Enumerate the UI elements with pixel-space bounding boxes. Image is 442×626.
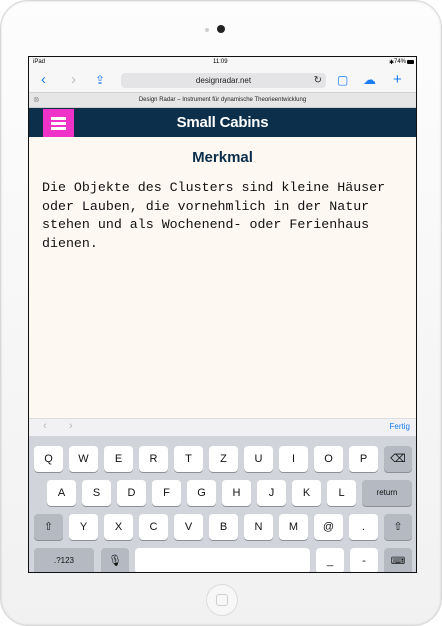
page-title: Small Cabins bbox=[176, 114, 269, 131]
device-label: iPad bbox=[33, 59, 46, 65]
backspace-icon: ⌫ bbox=[390, 453, 406, 465]
key-o[interactable]: O bbox=[314, 446, 343, 472]
keyboard-icon: ⌨ bbox=[390, 556, 406, 567]
keyboard-accessory-bar: ‹ › Fertig bbox=[29, 418, 416, 436]
forward-icon[interactable]: › bbox=[71, 71, 76, 89]
reload-icon[interactable]: ↻ bbox=[314, 73, 322, 88]
dictation-key[interactable]: 🎙 bbox=[101, 548, 129, 572]
key-q[interactable]: Q bbox=[34, 446, 63, 472]
clock: 11:09 bbox=[213, 59, 228, 65]
tab-title: Design Radar – Instrument für dynamische… bbox=[138, 97, 307, 103]
key-x[interactable]: X bbox=[104, 514, 133, 540]
url-text: designradar.net bbox=[195, 76, 252, 85]
previous-field-icon[interactable]: ‹ bbox=[43, 420, 47, 432]
key-s[interactable]: S bbox=[82, 480, 111, 506]
key-j[interactable]: J bbox=[257, 480, 286, 506]
key-e[interactable]: E bbox=[104, 446, 133, 472]
back-icon[interactable]: ‹ bbox=[41, 71, 46, 89]
key-c[interactable]: C bbox=[139, 514, 168, 540]
shift-icon: ⇧ bbox=[43, 521, 54, 533]
key-b[interactable]: B bbox=[209, 514, 238, 540]
browser-toolbar: ‹ › ⇪ designradar.net ↻ ▢ ☁ + bbox=[29, 69, 416, 92]
home-icon bbox=[216, 594, 228, 606]
key-k[interactable]: K bbox=[292, 480, 321, 506]
key-d[interactable]: D bbox=[117, 480, 146, 506]
cloud-icon[interactable]: ☁ bbox=[363, 71, 376, 89]
keyboard: Q W E R T Z U I O P ⌫ A S D F G H J K L … bbox=[29, 436, 416, 572]
key-dash[interactable]: - bbox=[350, 548, 378, 572]
done-button[interactable]: Fertig bbox=[390, 422, 410, 431]
key-g[interactable]: G bbox=[187, 480, 216, 506]
key-period[interactable]: . bbox=[349, 514, 378, 540]
share-icon[interactable]: ⇪ bbox=[95, 71, 105, 89]
battery-percent: 74% bbox=[393, 59, 406, 65]
key-p[interactable]: P bbox=[349, 446, 378, 472]
app-header: Small Cabins bbox=[29, 108, 416, 137]
key-i[interactable]: I bbox=[279, 446, 308, 472]
key-r[interactable]: R bbox=[139, 446, 168, 472]
key-n[interactable]: N bbox=[244, 514, 273, 540]
key-h[interactable]: H bbox=[222, 480, 251, 506]
home-button[interactable] bbox=[206, 584, 238, 616]
camera bbox=[217, 25, 225, 33]
close-tab-icon[interactable]: ⊗ bbox=[33, 93, 40, 107]
next-field-icon[interactable]: › bbox=[69, 420, 73, 432]
backspace-key[interactable]: ⌫ bbox=[384, 446, 412, 472]
key-z[interactable]: Z bbox=[209, 446, 238, 472]
hide-keyboard-key[interactable]: ⌨ bbox=[384, 548, 412, 572]
shift-icon: ⇧ bbox=[393, 521, 403, 533]
key-m[interactable]: M bbox=[279, 514, 308, 540]
key-y[interactable]: Y bbox=[69, 514, 98, 540]
bookmarks-icon[interactable]: ▢ bbox=[337, 71, 348, 89]
ipad-frame: iPad 11:09 ✱ 74% ‹ › ⇪ designradar.net ↻… bbox=[0, 0, 442, 626]
shift-key-right[interactable]: ⇧ bbox=[384, 514, 412, 540]
section-heading: Merkmal bbox=[192, 149, 253, 166]
key-a[interactable]: A bbox=[47, 480, 76, 506]
key-v[interactable]: V bbox=[174, 514, 203, 540]
address-bar[interactable]: designradar.net ↻ bbox=[121, 73, 326, 88]
space-key[interactable] bbox=[135, 548, 310, 572]
numbers-key[interactable]: .?123 bbox=[34, 548, 94, 572]
key-underscore[interactable]: _ bbox=[316, 548, 344, 572]
sensor bbox=[205, 28, 209, 32]
microphone-icon: 🎙 bbox=[108, 555, 122, 567]
tab-bar[interactable]: ⊗ Design Radar – Instrument für dynamisc… bbox=[29, 92, 416, 108]
screen: iPad 11:09 ✱ 74% ‹ › ⇪ designradar.net ↻… bbox=[28, 56, 417, 573]
new-tab-icon[interactable]: + bbox=[393, 71, 402, 89]
key-u[interactable]: U bbox=[244, 446, 273, 472]
shift-key-left[interactable]: ⇧ bbox=[34, 514, 63, 540]
key-w[interactable]: W bbox=[69, 446, 98, 472]
return-key[interactable]: return bbox=[362, 480, 412, 506]
key-t[interactable]: T bbox=[174, 446, 203, 472]
key-at[interactable]: @ bbox=[314, 514, 343, 540]
description-text: Die Objekte des Clusters sind kleine Häu… bbox=[42, 180, 386, 251]
battery-icon bbox=[407, 60, 414, 64]
key-f[interactable]: F bbox=[152, 480, 181, 506]
content-area: Merkmal Die Objekte des Clusters sind kl… bbox=[29, 137, 416, 418]
key-l[interactable]: L bbox=[327, 480, 356, 506]
status-bar: iPad 11:09 ✱ 74% bbox=[29, 57, 416, 69]
